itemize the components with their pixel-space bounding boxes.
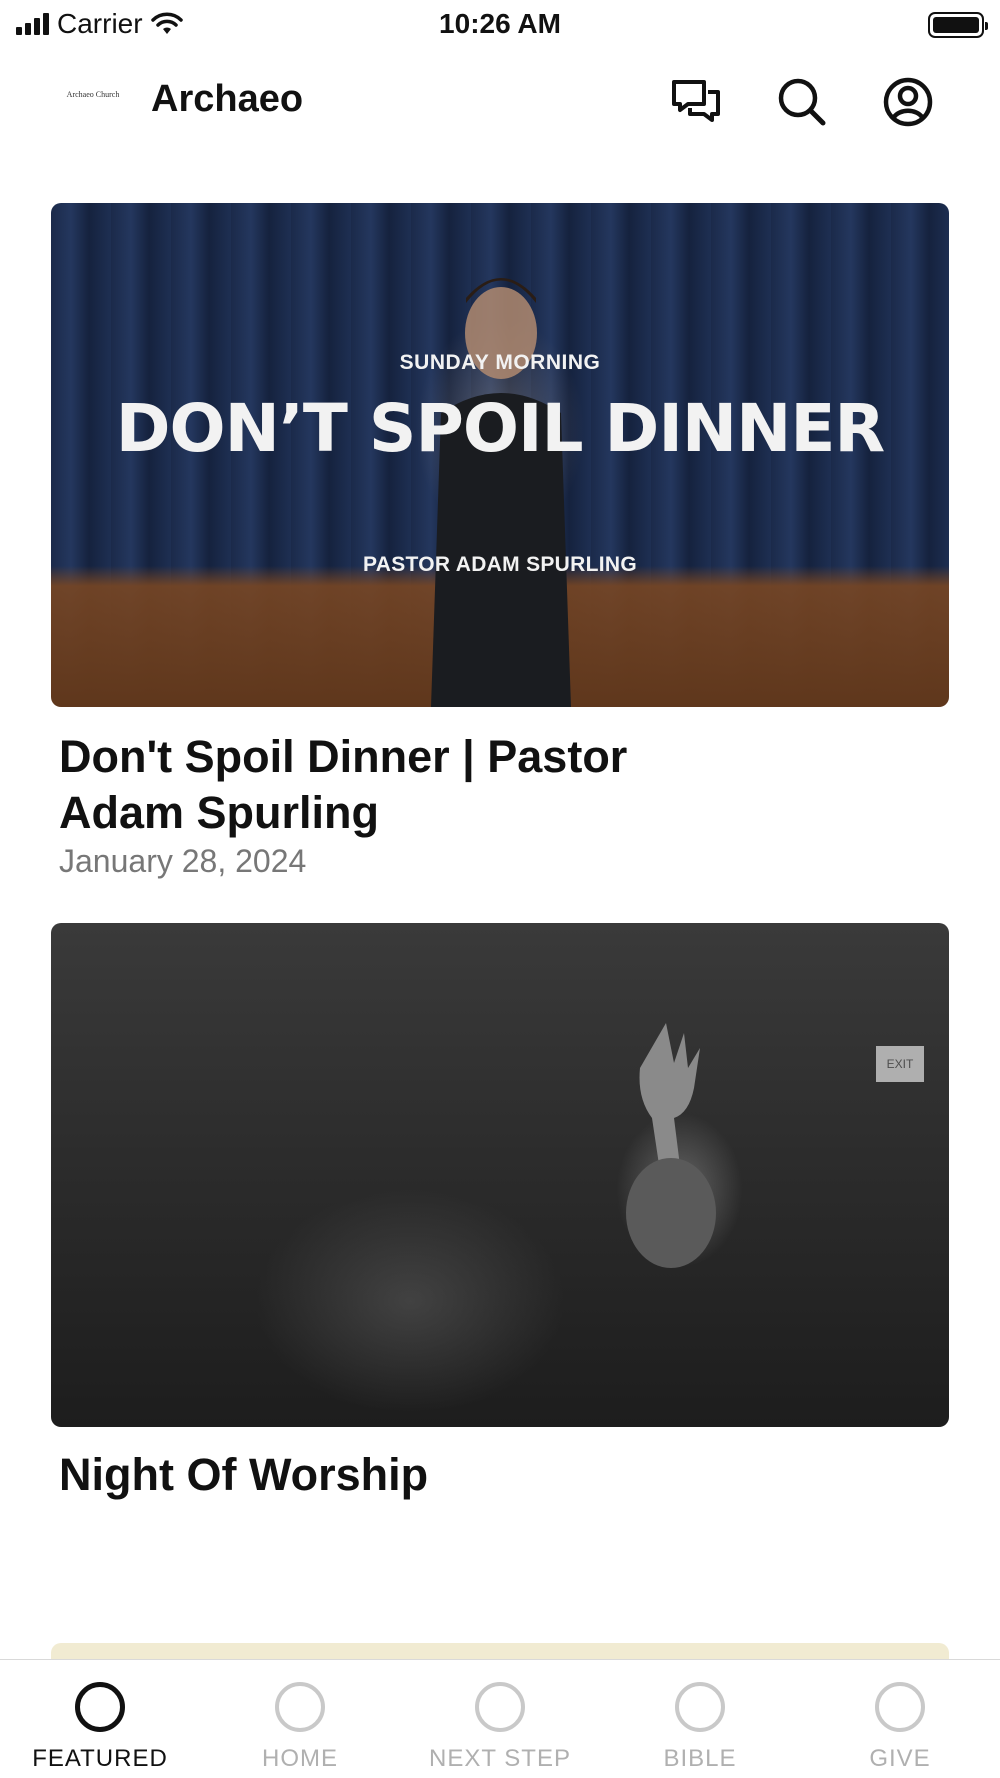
sermon-image[interactable]: SUNDAY MORNING DON’T SPOIL DINNER PASTOR… xyxy=(51,203,949,707)
featured-icon xyxy=(75,1682,125,1732)
raised-hand-figure xyxy=(626,1023,716,1268)
search-icon[interactable] xyxy=(776,76,828,128)
app-header: Archaeo Church Archaeo xyxy=(0,60,1000,140)
chat-icon[interactable] xyxy=(670,76,722,128)
battery-icon xyxy=(928,12,988,38)
tab-label: BIBLE xyxy=(663,1745,737,1772)
next-step-icon xyxy=(475,1682,525,1732)
overlay-byline: PASTOR ADAM SPURLING xyxy=(363,553,637,576)
tab-next-step[interactable]: NEXT STEP xyxy=(400,1660,600,1778)
bible-icon xyxy=(675,1682,725,1732)
tab-label: HOME xyxy=(262,1745,338,1772)
give-icon xyxy=(875,1682,925,1732)
overlay-kicker: SUNDAY MORNING xyxy=(399,351,601,374)
card-title[interactable]: Night Of Worship xyxy=(59,1447,759,1503)
status-bar: Carrier 10:26 AM xyxy=(0,0,1000,50)
card-title[interactable]: Don't Spoil Dinner | Pastor Adam Spurlin… xyxy=(59,729,759,841)
tab-bar: FEATURED HOME NEXT STEP BIBLE GIVE xyxy=(0,1659,1000,1778)
profile-icon[interactable] xyxy=(882,76,934,128)
speaker-figure xyxy=(431,278,571,707)
tab-featured[interactable]: FEATURED xyxy=(0,1660,200,1778)
app-title: Archaeo xyxy=(151,78,304,120)
tab-give[interactable]: GIVE xyxy=(800,1660,1000,1778)
tab-label: NEXT STEP xyxy=(429,1745,571,1772)
tab-bible[interactable]: BIBLE xyxy=(600,1660,800,1778)
tab-label: GIVE xyxy=(869,1745,931,1772)
overlay-title: DON’T SPOIL DINNER xyxy=(115,390,886,467)
tab-label: FEATURED xyxy=(32,1745,168,1772)
worship-image[interactable]: EXIT xyxy=(51,923,949,1427)
exit-sign: EXIT xyxy=(876,1046,924,1082)
home-icon xyxy=(275,1682,325,1732)
status-time: 10:26 AM xyxy=(439,8,561,39)
tab-home[interactable]: HOME xyxy=(200,1660,400,1778)
church-logo: Archaeo Church xyxy=(66,90,120,99)
card-date: January 28, 2024 xyxy=(59,843,307,879)
